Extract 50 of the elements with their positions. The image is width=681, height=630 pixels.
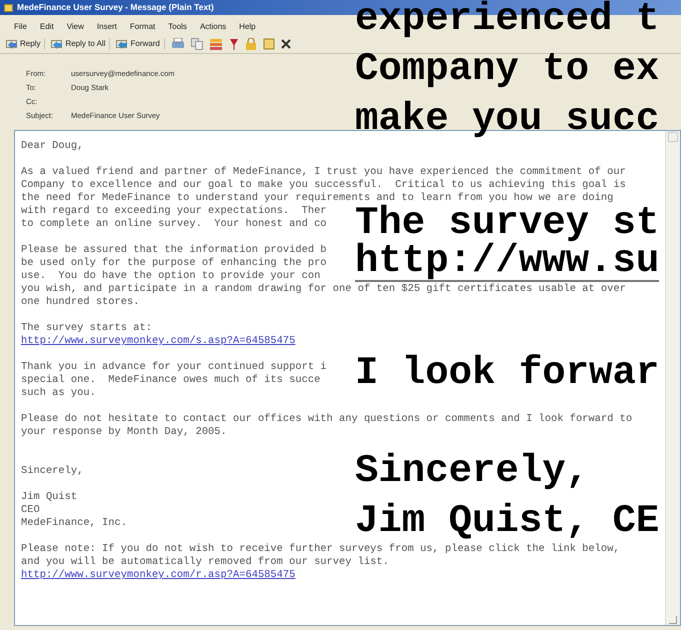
body-line: special one. MedeFinance owes much of its succe: [21, 374, 320, 387]
body-line: use. You do have the option to provide your con: [21, 270, 320, 283]
body-line: Company to excellence and our goal to make you successful. Critical to us achieving this goal is: [21, 179, 626, 192]
body-line: to complete an online survey. Your honest and co: [21, 218, 327, 231]
toolbar-button[interactable]: Reply: [6, 38, 46, 50]
close-icon[interactable]: [280, 39, 291, 49]
print-icon[interactable]: [170, 38, 185, 50]
survey-link[interactable]: http://www.surveymonkey.com/s.asp?A=64585475: [21, 335, 296, 348]
body-line: MedeFinance, Inc.: [21, 517, 128, 530]
body-line: and you will be automatically removed from our survey list.: [21, 556, 389, 569]
body-line: Thank you in advance for your continued support i: [21, 361, 327, 374]
menu-item[interactable]: Actions: [200, 20, 226, 32]
menu-item[interactable]: File: [14, 20, 27, 32]
menu-item[interactable]: Insert: [96, 20, 117, 32]
zoomed-text: Company to ex: [355, 50, 660, 88]
menu-item[interactable]: Help: [239, 20, 256, 32]
body-line: CEO: [21, 504, 40, 517]
body-line: you wish, and participate in a random drawing for one of ten $25 gift certificates usable at over: [21, 283, 626, 296]
body-line: Jim Quist: [21, 491, 78, 504]
body-line: your response by Month Day, 2005.: [21, 426, 227, 439]
menu-item[interactable]: Tools: [168, 20, 187, 32]
lock-icon[interactable]: [244, 38, 257, 50]
copy-icon[interactable]: [190, 38, 203, 50]
zoomed-text: I look forwar: [355, 354, 660, 392]
body-line: Please be assured that the information provided b: [21, 244, 327, 257]
stack-icon[interactable]: [208, 38, 223, 50]
window-title: MedeFinance User Survey - Message (Plain Text): [17, 1, 214, 14]
menu-item[interactable]: View: [66, 20, 84, 32]
zoomed-text: The survey st: [355, 204, 660, 242]
zoomed-text: make you succ: [355, 100, 660, 138]
scroll-up-icon: [668, 132, 678, 142]
menu-item[interactable]: Format: [130, 20, 156, 32]
zoomed-text: Jim Quist, CE: [355, 502, 660, 540]
toolbar-button[interactable]: Reply to All: [51, 38, 110, 50]
body-line: As a valued friend and partner of MedeFinance, I trust you have experienced the commitment of our: [21, 166, 626, 179]
body-line: with regard to exceeding your expectations. Ther: [21, 205, 327, 218]
body-line: such as you.: [21, 387, 96, 400]
body-line: Please note: If you do not wish to receive further surveys from us, please click the link below,: [21, 543, 620, 556]
zoomed-text: Sincerely,: [355, 452, 590, 490]
toolbar-button[interactable]: Forward: [116, 38, 165, 50]
body-line: Dear Doug,: [21, 140, 84, 153]
body-line: The survey starts at:: [21, 322, 152, 335]
body-line: be used only for the purpose of enhancing the pro: [21, 257, 327, 270]
body-line: the need for MedeFinance to understand your requirements and to learn from you how we are doing: [21, 192, 614, 204]
body-line: Please do not hesitate to contact our offices with any questions or comments and I look forward to: [21, 413, 632, 426]
menu-item[interactable]: Edit: [40, 20, 54, 32]
body-line: Sincerely,: [21, 465, 84, 478]
body-line: one hundred stores.: [21, 296, 140, 309]
survey-link[interactable]: http://www.surveymonkey.com/r.asp?A=64585475: [21, 569, 296, 582]
resize-grip-icon: [669, 616, 677, 624]
